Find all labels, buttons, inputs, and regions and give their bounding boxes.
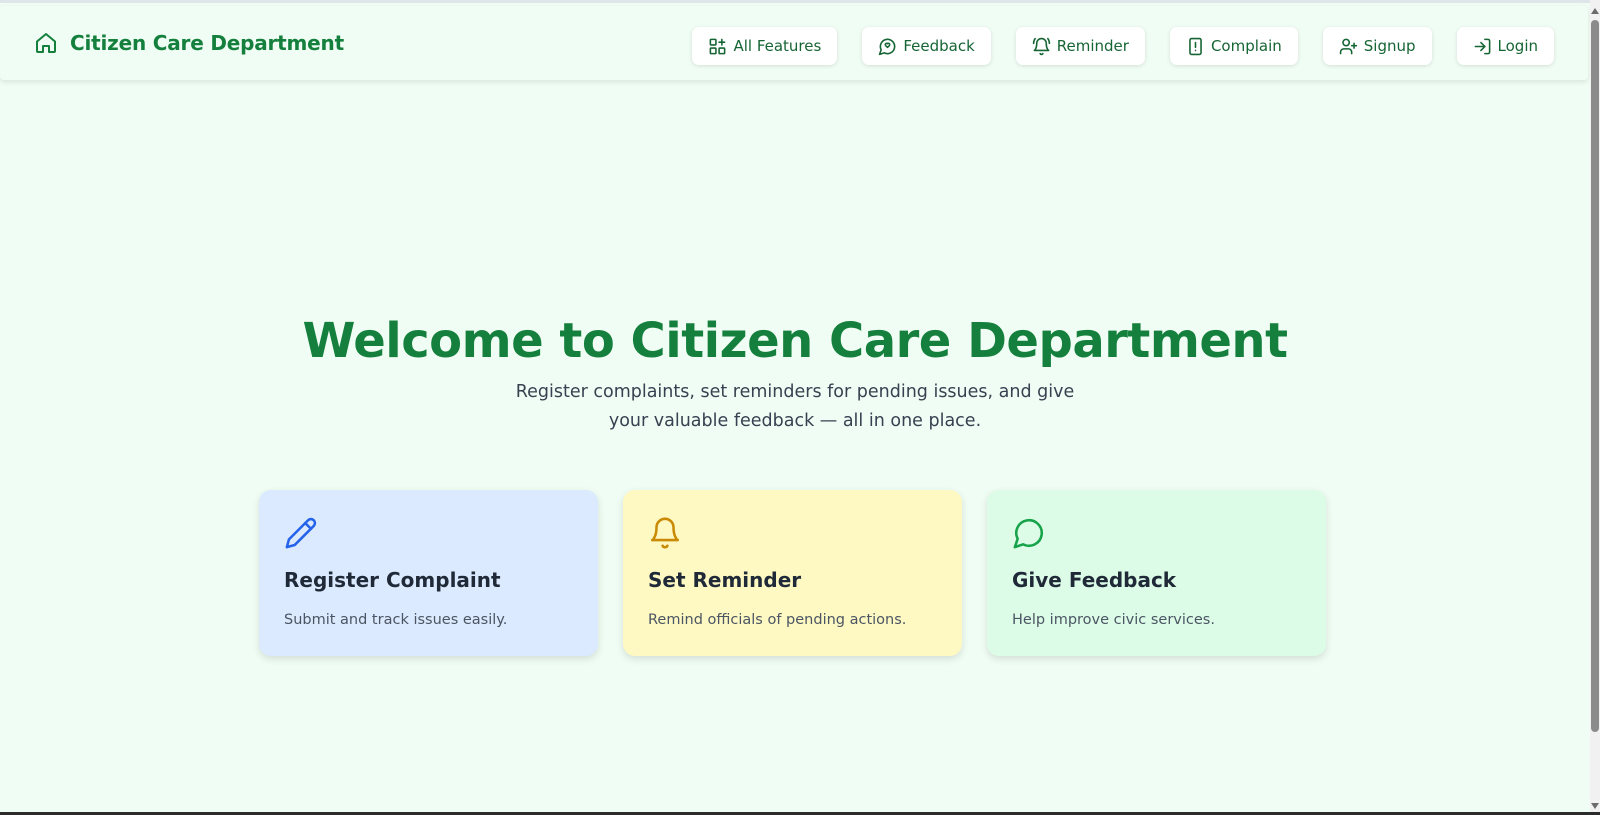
nav-login-label: Login (1497, 37, 1538, 55)
card-description: Remind officials of pending actions. (648, 612, 907, 628)
message-heart-icon (878, 37, 897, 56)
nav-complain-label: Complain (1210, 37, 1282, 55)
nav-login-button[interactable]: Login (1456, 27, 1554, 65)
hero-title: Welcome to Citizen Care Department (302, 313, 1288, 369)
nav-complain-button[interactable]: Complain (1169, 27, 1298, 65)
scroll-down-arrow-icon[interactable] (1590, 799, 1600, 813)
message-circle-icon (1012, 516, 1301, 550)
nav-buttons: All Features Feedback Reminder Complain … (692, 27, 1554, 65)
grid-plus-icon (708, 37, 727, 56)
card-register-complaint[interactable]: Register Complaint Submit and track issu… (259, 490, 598, 656)
nav-all-features-button[interactable]: All Features (692, 27, 838, 65)
card-description: Help improve civic services. (1012, 612, 1215, 628)
card-give-feedback[interactable]: Give Feedback Help improve civic service… (987, 490, 1326, 656)
card-title: Set Reminder (648, 568, 802, 592)
scrollbar-thumb[interactable] (1591, 20, 1599, 732)
vertical-scrollbar[interactable] (1590, 0, 1600, 815)
bell-ring-icon (1032, 37, 1051, 56)
brand[interactable]: Citizen Care Department (34, 6, 344, 80)
file-alert-icon (1186, 37, 1205, 56)
user-plus-icon (1339, 37, 1358, 56)
bell-icon (648, 516, 937, 550)
nav-reminder-label: Reminder (1056, 37, 1129, 55)
log-in-icon (1473, 37, 1492, 56)
brand-title: Citizen Care Department (70, 31, 344, 55)
card-set-reminder[interactable]: Set Reminder Remind officials of pending… (623, 490, 962, 656)
nav-all-features-label: All Features (733, 37, 822, 55)
scroll-up-arrow-icon[interactable] (1590, 4, 1600, 18)
nav-signup-label: Signup (1363, 37, 1416, 55)
nav-feedback-label: Feedback (903, 37, 975, 55)
pencil-icon (284, 516, 573, 550)
nav-signup-button[interactable]: Signup (1322, 27, 1432, 65)
card-description: Submit and track issues easily. (284, 612, 508, 628)
feature-cards: Register Complaint Submit and track issu… (259, 490, 1326, 656)
hero-subtitle: Register complaints, set reminders for p… (515, 382, 1075, 431)
nav-feedback-button[interactable]: Feedback (862, 27, 991, 65)
top-navbar: Citizen Care Department All Features Fee… (0, 6, 1588, 80)
card-title: Register Complaint (284, 568, 501, 592)
nav-reminder-button[interactable]: Reminder (1015, 27, 1145, 65)
page-viewport: Citizen Care Department All Features Fee… (0, 0, 1590, 815)
card-title: Give Feedback (1012, 568, 1177, 592)
home-icon (34, 31, 58, 55)
